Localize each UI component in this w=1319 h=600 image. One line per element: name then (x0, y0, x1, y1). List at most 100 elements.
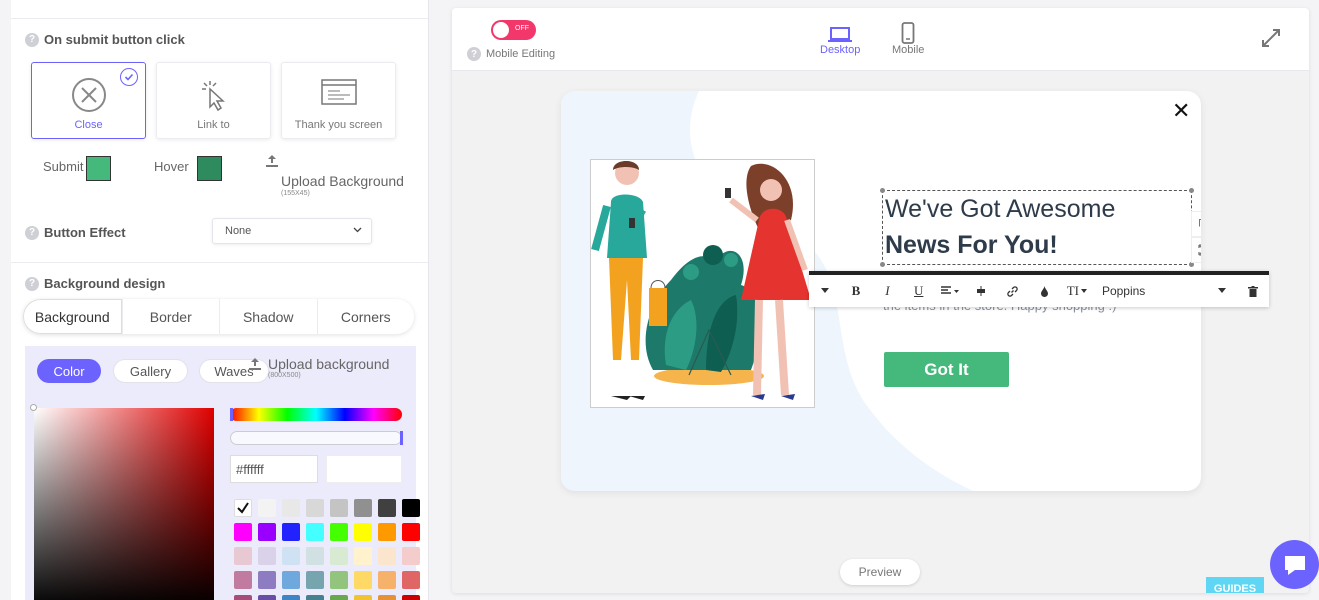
pill-color[interactable]: Color (37, 359, 101, 383)
palette-color-swatch[interactable] (282, 499, 300, 517)
palette-color-swatch[interactable] (402, 547, 420, 565)
palette-color-swatch[interactable] (330, 595, 348, 600)
palette-color-swatch[interactable] (330, 499, 348, 517)
align-icon[interactable] (934, 286, 965, 296)
hue-slider-handle[interactable] (230, 408, 233, 421)
font-dropdown-chevron-icon[interactable] (1206, 288, 1237, 294)
palette-color-swatch[interactable] (258, 595, 276, 600)
color-saturation-picker[interactable] (34, 408, 214, 600)
palette-color-swatch[interactable] (234, 547, 252, 565)
palette-color-swatch[interactable] (258, 523, 276, 541)
palette-color-swatch[interactable] (258, 499, 276, 517)
palette-color-swatch[interactable] (402, 595, 420, 600)
font-family-select[interactable]: Poppins (1102, 284, 1206, 298)
delete-icon[interactable] (1238, 285, 1269, 297)
palette-color-swatch[interactable] (306, 547, 324, 565)
palette-color-swatch[interactable] (354, 571, 372, 589)
chat-support-button[interactable] (1270, 540, 1319, 589)
tab-background[interactable]: Background (23, 299, 122, 334)
palette-color-swatch[interactable] (354, 523, 372, 541)
upload-background-button[interactable]: Upload Background (281, 173, 404, 189)
popup-illustration[interactable] (590, 159, 815, 408)
headline-bold[interactable]: News For You! (885, 231, 1058, 260)
underline-button[interactable]: U (903, 283, 934, 299)
duplicate-icon[interactable] (1191, 211, 1201, 237)
close-icon[interactable]: ✕ (1172, 98, 1190, 124)
help-icon[interactable]: ? (25, 225, 39, 240)
option-thank-you[interactable]: Thank you screen (281, 62, 396, 139)
palette-color-swatch[interactable] (234, 595, 252, 600)
font-size-button[interactable]: TI (1060, 283, 1094, 299)
palette-color-swatch[interactable] (282, 523, 300, 541)
palette-color-swatch[interactable] (234, 499, 252, 517)
headline-light[interactable]: We've Got Awesome (885, 195, 1115, 224)
hue-slider[interactable] (230, 408, 402, 421)
palette-color-swatch[interactable] (282, 571, 300, 589)
got-it-button[interactable]: Got It (884, 352, 1009, 387)
palette-color-swatch[interactable] (234, 571, 252, 589)
upload-icon[interactable] (265, 154, 279, 173)
upload-background-link[interactable]: Upload background (268, 356, 389, 372)
resize-handle[interactable] (1189, 188, 1194, 193)
option-close[interactable]: Close (31, 62, 146, 139)
palette-color-swatch[interactable] (378, 571, 396, 589)
screen-icon (282, 77, 395, 107)
palette-color-swatch[interactable] (402, 571, 420, 589)
pill-gallery[interactable]: Gallery (113, 359, 188, 383)
headline-textbox[interactable]: We've Got Awesome News For You! (882, 190, 1192, 265)
resize-icon[interactable] (1191, 237, 1201, 263)
guides-button[interactable]: GUIDES (1206, 577, 1264, 593)
preview-button[interactable]: Preview (840, 559, 920, 585)
palette-color-swatch[interactable] (234, 523, 252, 541)
chat-bubble-icon (1284, 555, 1305, 575)
upload-size-hint: (800X500) (268, 372, 301, 379)
palette-color-swatch[interactable] (330, 571, 348, 589)
paragraph-dropdown-icon[interactable] (809, 288, 840, 294)
device-mobile[interactable]: Mobile (892, 22, 924, 56)
palette-color-swatch[interactable] (378, 523, 396, 541)
submit-color-swatch[interactable] (86, 156, 111, 181)
upload-icon[interactable] (248, 357, 262, 376)
alpha-slider[interactable] (230, 431, 402, 445)
link-icon[interactable] (997, 285, 1028, 297)
palette-color-swatch[interactable] (330, 547, 348, 565)
palette-color-swatch[interactable] (378, 499, 396, 517)
palette-color-swatch[interactable] (378, 547, 396, 565)
help-icon[interactable]: ? (467, 47, 481, 61)
tab-shadow[interactable]: Shadow (219, 299, 317, 334)
help-icon[interactable]: ? (25, 32, 39, 47)
tab-corners[interactable]: Corners (316, 299, 415, 334)
resize-handle[interactable] (880, 188, 885, 193)
resize-handle[interactable] (880, 262, 885, 267)
palette-color-swatch[interactable] (402, 499, 420, 517)
alpha-slider-handle[interactable] (400, 431, 403, 445)
option-link-to[interactable]: Link to (156, 62, 271, 139)
fullscreen-icon[interactable] (1261, 28, 1281, 53)
palette-color-swatch[interactable] (402, 523, 420, 541)
palette-color-swatch[interactable] (354, 547, 372, 565)
bold-button[interactable]: B (840, 283, 871, 299)
tab-border[interactable]: Border (121, 299, 220, 334)
device-desktop[interactable]: Desktop (820, 22, 860, 56)
hex-input[interactable] (230, 455, 318, 483)
palette-color-swatch[interactable] (354, 595, 372, 600)
palette-color-swatch[interactable] (258, 571, 276, 589)
palette-color-swatch[interactable] (330, 523, 348, 541)
palette-color-swatch[interactable] (258, 547, 276, 565)
picker-handle[interactable] (30, 404, 37, 411)
hover-color-swatch[interactable] (197, 156, 222, 181)
palette-color-swatch[interactable] (306, 571, 324, 589)
help-icon[interactable]: ? (25, 276, 39, 291)
palette-color-swatch[interactable] (306, 499, 324, 517)
palette-color-swatch[interactable] (282, 547, 300, 565)
palette-color-swatch[interactable] (306, 595, 324, 600)
button-effect-select[interactable]: None (212, 218, 372, 244)
mobile-editing-toggle[interactable]: OFF (491, 20, 536, 40)
palette-color-swatch[interactable] (306, 523, 324, 541)
palette-color-swatch[interactable] (354, 499, 372, 517)
italic-button[interactable]: I (872, 283, 903, 299)
palette-color-swatch[interactable] (378, 595, 396, 600)
valign-icon[interactable] (966, 286, 997, 296)
palette-color-swatch[interactable] (282, 595, 300, 600)
color-drop-icon[interactable] (1028, 285, 1059, 297)
